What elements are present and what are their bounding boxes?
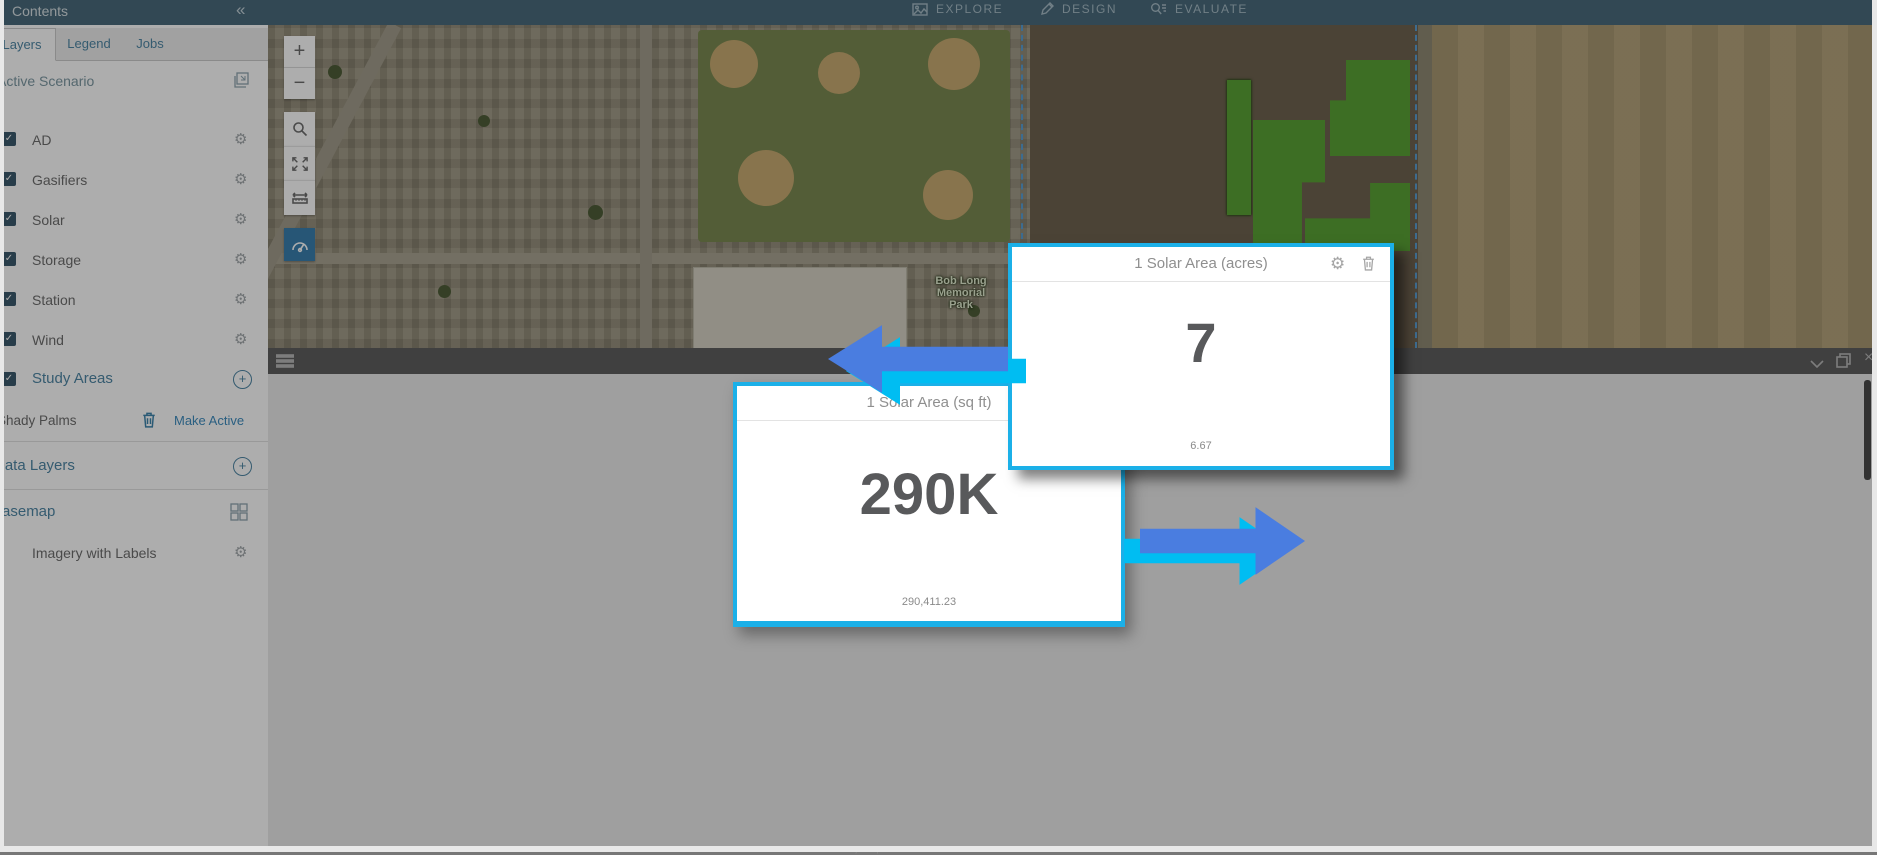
trash-icon[interactable] [1362,256,1375,276]
annotation-arrow-left [828,323,1008,395]
window-border [0,0,4,852]
arrow-body [1140,505,1305,577]
solar-area-acres-card: 1 Solar Area (acres) ⚙ 7 6.67 [1008,243,1394,470]
arrow-body [828,323,1008,395]
annotation-arrow-right [1140,505,1305,577]
window-border [0,846,1877,852]
card-value: 290K [737,461,1121,528]
card-detail-value: 290,411.23 [737,596,1121,608]
card-value: 7 [1012,310,1390,375]
card-detail-value: 6.67 [1012,440,1390,452]
card-settings-icon[interactable]: ⚙ [1330,254,1345,274]
window-border [1872,0,1877,852]
card-header: 1 Solar Area (acres) ⚙ [1012,247,1390,282]
